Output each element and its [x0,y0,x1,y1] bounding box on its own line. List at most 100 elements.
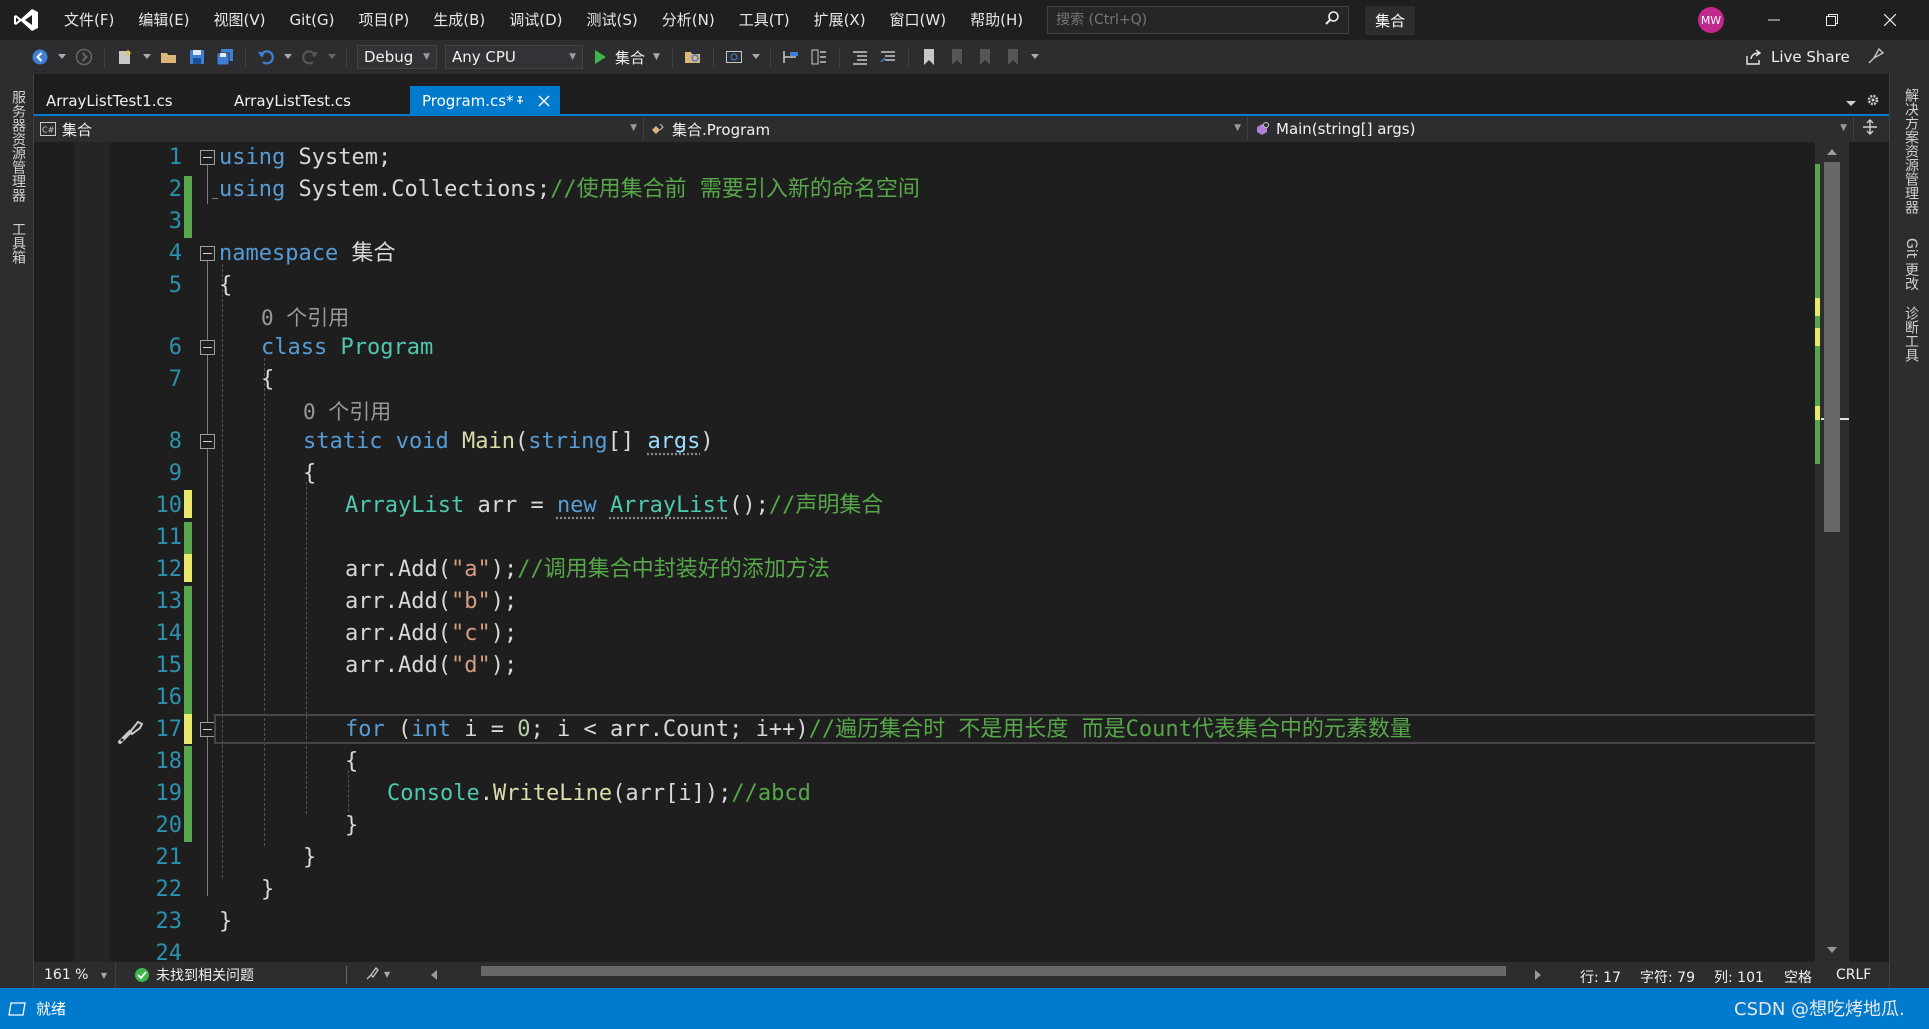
close-window-button[interactable] [1861,0,1919,40]
next-bookmark-icon[interactable] [974,46,996,68]
code-cleanup-button[interactable]: ▼ [364,966,390,982]
chevron-down-icon[interactable] [327,46,337,68]
toolbox-tab[interactable]: 工具箱 [8,222,28,264]
menu-extensions[interactable]: 扩展(X) [802,0,878,40]
menu-project[interactable]: 项目(P) [347,0,422,40]
menu-file[interactable]: 文件(F) [52,0,126,40]
navigate-forward-icon[interactable] [73,46,95,68]
clear-bookmarks-icon[interactable] [1002,46,1024,68]
cursor-line[interactable]: 行: 17 [1580,967,1621,987]
zoom-select[interactable]: 161 % ▼ [34,962,116,988]
tab-overflow-icon[interactable] [1844,96,1858,110]
output-window-icon[interactable] [8,1001,26,1016]
open-folder-icon[interactable] [158,46,180,68]
code-lens-references[interactable]: 0 个引用 [261,304,349,332]
collapse-for-icon[interactable] [200,722,215,737]
undo-icon[interactable] [255,46,277,68]
solution-explorer-tab[interactable]: 解决方案资源管理器 [1901,88,1921,214]
issues-indicator[interactable]: 未找到相关问题 [134,965,254,985]
chevron-down-icon[interactable] [57,46,67,68]
menu-analyze[interactable]: 分析(N) [650,0,727,40]
menu-debug[interactable]: 调试(D) [497,0,574,40]
user-avatar[interactable]: MW [1698,7,1724,33]
previous-bookmark-icon[interactable] [946,46,968,68]
save-icon[interactable] [186,46,208,68]
vertical-scroll-thumb[interactable] [1824,162,1840,532]
project-dropdown[interactable]: C# 集合 ▼ [34,117,644,141]
menu-git[interactable]: Git(G) [278,0,347,40]
tab-arraylisttest[interactable]: ArrayListTest.cs [222,86,410,116]
pin-icon[interactable] [514,95,526,107]
menu-window[interactable]: 窗口(W) [878,0,959,40]
collapse-namespace-icon[interactable] [200,246,215,261]
line-number: 19 [155,781,183,806]
menu-test[interactable]: 测试(S) [575,0,650,40]
split-window-icon[interactable] [1862,119,1878,139]
code-editor[interactable]: 1 2 3 4 5 6 7 8 9 10 11 12 13 14 15 16 1… [34,142,1849,962]
start-debugging-button[interactable]: 集合 ▼ [593,47,660,68]
menu-help[interactable]: 帮助(H) [958,0,1035,40]
horizontal-scroll-thumb[interactable] [481,966,1506,976]
line-number: 12 [155,557,183,582]
minimize-button[interactable] [1745,0,1803,40]
chevron-down-icon[interactable] [283,46,293,68]
gear-icon[interactable] [1866,93,1880,107]
diagnostic-tools-tab[interactable]: 诊断工具 [1901,306,1921,362]
restore-button[interactable] [1803,0,1861,40]
menu-view[interactable]: 视图(V) [202,0,278,40]
tab-program[interactable]: Program.cs* [410,86,560,116]
configuration-select[interactable]: Debug ▼ [357,45,437,69]
code-line-17: for (int i = 0; i < arr.Count; i++)//遍历集… [345,717,1412,742]
new-project-icon[interactable] [114,46,136,68]
line-number: 13 [155,589,183,614]
menu-edit[interactable]: 编辑(E) [126,0,201,40]
line-number: 3 [168,209,182,234]
menu-build[interactable]: 生成(B) [421,0,497,40]
step-into-icon[interactable] [780,46,802,68]
save-all-icon[interactable] [214,46,236,68]
comment-lines-icon[interactable] [849,46,871,68]
search-icon[interactable] [1324,10,1340,30]
platform-select[interactable]: Any CPU ▼ [445,45,583,69]
bookmark-icon[interactable] [918,46,940,68]
close-tab-icon[interactable] [538,95,550,107]
cursor-char[interactable]: 字符: 79 [1640,967,1695,987]
chevron-down-icon[interactable] [142,46,152,68]
code-lens-references[interactable]: 0 个引用 [303,398,391,426]
solution-name-badge[interactable]: 集合 [1365,5,1416,35]
scroll-left-icon[interactable] [430,970,438,980]
live-share-button[interactable]: Live Share [1745,48,1850,66]
left-tool-rail: 服务器资源管理器 工具箱 [0,74,34,988]
quick-actions-screwdriver-icon[interactable] [116,716,146,750]
line-ending-mode[interactable]: CRLF [1836,967,1871,983]
find-in-files-icon[interactable] [682,46,704,68]
type-dropdown[interactable]: 集合.Program ▼ [644,117,1248,141]
tab-arraylisttest1[interactable]: ArrayListTest1.cs [34,86,222,116]
feedback-icon[interactable] [1866,46,1886,70]
browser-link-icon[interactable] [723,46,745,68]
search-input[interactable] [1056,12,1325,28]
navigate-back-icon[interactable] [29,46,51,68]
uncomment-lines-icon[interactable] [877,46,899,68]
collapse-using-icon[interactable] [200,150,215,165]
toggle-tree-icon[interactable] [808,46,830,68]
visual-studio-logo-icon[interactable] [0,0,52,40]
scrollbar-unsaved-mark [1815,328,1820,346]
whitespace-mode[interactable]: 空格 [1784,967,1812,987]
member-dropdown[interactable]: Main(string[] args) ▼ [1248,117,1854,141]
menu-tools[interactable]: 工具(T) [727,0,802,40]
scroll-right-icon[interactable] [1534,970,1542,980]
change-marker-saved [184,586,192,714]
redo-icon[interactable] [299,46,321,68]
git-changes-tab[interactable]: Git 更改 [1901,238,1921,291]
chevron-down-icon[interactable] [1030,46,1040,68]
cursor-col[interactable]: 列: 101 [1714,967,1764,987]
standard-toolbar: Debug ▼ Any CPU ▼ 集合 ▼ Live Share [0,40,1929,74]
share-icon [1746,49,1762,65]
chevron-down-icon[interactable] [751,46,761,68]
scroll-up-icon[interactable] [1827,148,1837,156]
server-explorer-tab[interactable]: 服务器资源管理器 [8,90,28,202]
scroll-down-icon[interactable] [1827,946,1837,954]
collapse-class-icon[interactable] [200,340,215,355]
collapse-method-icon[interactable] [200,434,215,449]
